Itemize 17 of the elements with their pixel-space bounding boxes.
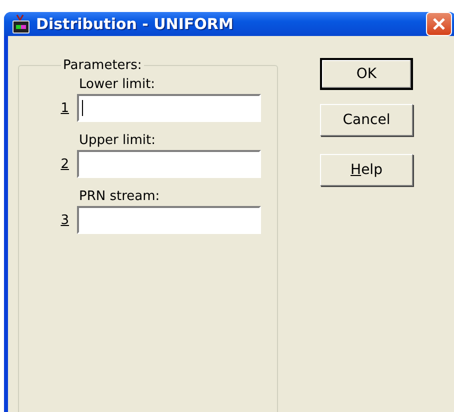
field-number: 3: [60, 212, 69, 228]
dialog-button[interactable]: Cancel: [320, 104, 413, 136]
group-title: Parameters:: [62, 58, 143, 73]
dialog-button[interactable]: Help: [320, 154, 413, 186]
input-field[interactable]: [77, 150, 261, 178]
app-icon: [12, 14, 30, 34]
field-label: Upper limit:: [79, 133, 156, 148]
close-button[interactable]: [426, 12, 452, 36]
field-number: 1: [60, 100, 69, 116]
input-field[interactable]: [77, 94, 261, 122]
dialog-button[interactable]: OK: [320, 58, 413, 90]
window-title: Distribution - UNIFORM: [36, 15, 234, 33]
field-number: 2: [60, 156, 69, 172]
field-label: Lower limit:: [79, 77, 156, 92]
field-label: PRN stream:: [79, 189, 161, 204]
close-icon: [432, 17, 446, 31]
input-field[interactable]: [77, 206, 261, 234]
